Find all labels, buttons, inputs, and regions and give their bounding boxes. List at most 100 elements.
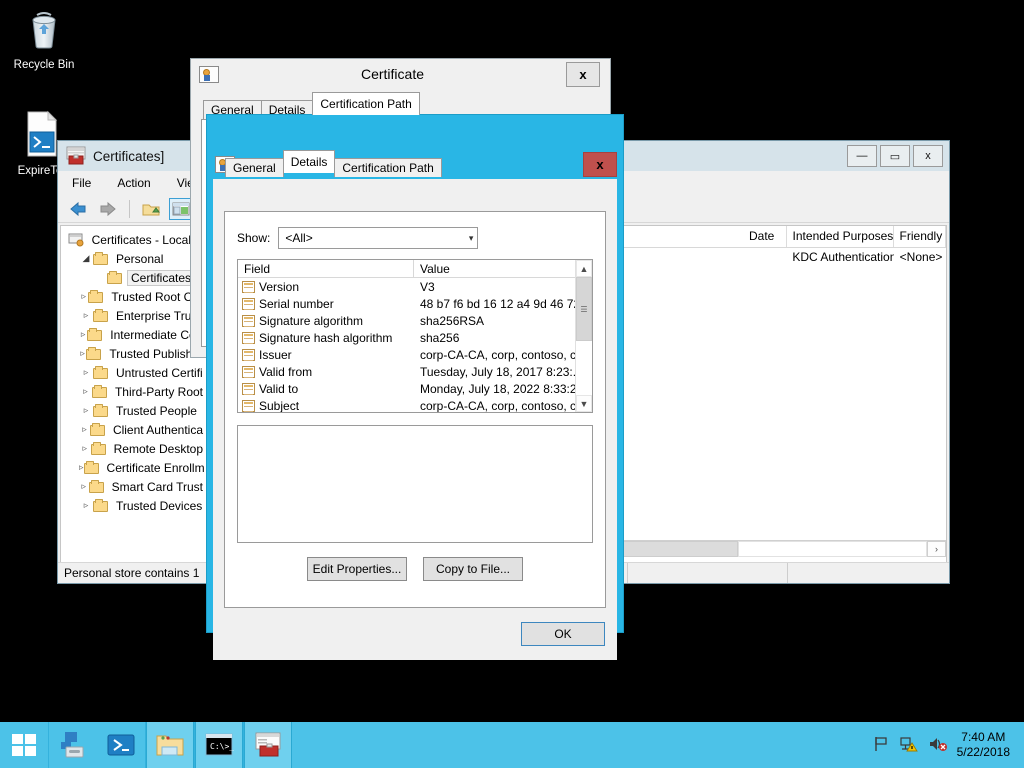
menu-action[interactable]: Action — [113, 174, 154, 192]
up-folder-icon[interactable] — [139, 198, 163, 220]
twisty-collapsed-icon[interactable]: ▹ — [79, 310, 93, 321]
certificate-field-row[interactable]: Valid toMonday, July 18, 2022 8:33:2... — [238, 380, 592, 397]
tab-general[interactable]: General — [225, 158, 284, 177]
dialog-inner: Certificate x GeneralDetailsCertificatio… — [213, 155, 617, 660]
certificate-field-row[interactable]: Signature hash algorithmsha256 — [238, 329, 592, 346]
scroll-up-icon[interactable]: ▲ — [576, 260, 592, 277]
flag-action-center-icon[interactable] — [872, 735, 890, 756]
tree-item-certificate-enrollm[interactable]: ▹Certificate Enrollm — [65, 458, 206, 477]
tab-details[interactable]: Details — [283, 150, 336, 173]
tree-item-trusted-publisher[interactable]: ▹Trusted Publisher — [65, 344, 206, 363]
details-action-buttons[interactable]: Edit Properties... Copy to File... — [225, 557, 605, 581]
tree-item-certificates[interactable]: Certificates — [65, 268, 206, 287]
show-select[interactable]: <All> ▾ — [278, 227, 478, 249]
tree-item-personal[interactable]: ◢Personal — [65, 249, 206, 268]
table-header[interactable]: Field Value — [238, 260, 592, 278]
field-icon — [242, 400, 255, 412]
twisty-collapsed-icon[interactable]: ▹ — [79, 367, 93, 378]
taskbar-powershell[interactable] — [97, 722, 145, 768]
twisty-collapsed-icon[interactable]: ▹ — [79, 291, 88, 302]
close-button[interactable]: x — [583, 152, 617, 177]
tree-item-client-authentica[interactable]: ▹Client Authentica — [65, 420, 206, 439]
tree-item-third-party-root[interactable]: ▹Third-Party Root — [65, 382, 206, 401]
twisty-collapsed-icon[interactable]: ▹ — [79, 329, 87, 340]
taskbar-command-prompt[interactable]: C:\>_ — [195, 722, 243, 768]
certificate-store-tree[interactable]: Certificates - Local C◢PersonalCertifica… — [61, 226, 206, 515]
tree-item-enterprise-trust[interactable]: ▹Enterprise Trust — [65, 306, 206, 325]
show-filter-row[interactable]: Show: <All> ▾ — [237, 227, 605, 249]
taskbar[interactable]: C:\>_ — [0, 722, 1024, 768]
certificate-field-row[interactable]: Serial number48 b7 f6 bd 16 12 a4 9d 46 … — [238, 295, 592, 312]
column-header-field[interactable]: Field — [238, 260, 414, 277]
system-tray[interactable]: 7:40 AM 5/22/2018 — [872, 730, 1024, 760]
twisty-collapsed-icon[interactable]: ▹ — [79, 386, 92, 397]
statusbar-text: Personal store contains 1 — [58, 563, 208, 583]
column-header-value[interactable]: Value — [414, 260, 592, 277]
twisty-expanded-icon[interactable]: ◢ — [79, 253, 93, 264]
network-warning-icon[interactable] — [899, 735, 919, 756]
tree-item-remote-desktop[interactable]: ▹Remote Desktop — [65, 439, 206, 458]
certificate-dialog-foreground[interactable]: Certificate x GeneralDetailsCertificatio… — [206, 114, 624, 633]
certificate-field-row[interactable]: Subjectcorp-CA-CA, corp, contoso, com — [238, 397, 592, 413]
desktop-icon-recycle-bin[interactable]: Recycle Bin — [4, 8, 84, 72]
twisty-collapsed-icon[interactable]: ▹ — [79, 481, 89, 492]
scroll-right-icon[interactable]: › — [927, 541, 946, 557]
certificate-fields-table[interactable]: Field Value VersionV3Serial number48 b7 … — [237, 259, 593, 413]
field-icon — [242, 315, 255, 327]
list-column-header[interactable]: Friendly Name — [894, 226, 946, 247]
certificate-field-row[interactable]: VersionV3 — [238, 278, 592, 295]
twisty-collapsed-icon[interactable]: ▹ — [79, 443, 91, 454]
menu-file[interactable]: File — [68, 174, 95, 192]
scroll-thumb[interactable]: ☰ — [576, 277, 592, 341]
powershell-icon — [106, 730, 136, 760]
twisty-collapsed-icon[interactable]: ▹ — [79, 405, 93, 416]
tree-item-label: Trusted Devices — [113, 499, 205, 513]
maximize-button[interactable]: ▭ — [880, 145, 910, 167]
tree-item-certificates-local-c[interactable]: Certificates - Local C — [65, 230, 206, 249]
twisty-collapsed-icon[interactable]: ▹ — [79, 424, 90, 435]
taskbar-server-manager[interactable] — [49, 722, 97, 768]
volume-muted-icon[interactable] — [928, 735, 948, 756]
list-column-header[interactable]: Intended Purposes — [787, 226, 894, 247]
twisty-collapsed-icon[interactable]: ▹ — [79, 348, 86, 359]
folder-icon — [93, 366, 109, 379]
tree-item-trusted-devices[interactable]: ▹ Trusted Devices — [65, 496, 206, 515]
chevron-down-icon: ▾ — [469, 233, 474, 244]
taskbar-mmc-console[interactable] — [244, 722, 292, 768]
tree-item-label: Certificate Enrollm — [104, 461, 207, 475]
close-button[interactable]: x — [913, 145, 943, 167]
value-cell: corp-CA-CA, corp, contoso, com — [414, 399, 592, 413]
scroll-track[interactable] — [738, 541, 927, 557]
mmc-window-controls[interactable]: — ▭ x — [847, 145, 943, 167]
tree-item-trusted-root-cer[interactable]: ▹Trusted Root Cer — [65, 287, 206, 306]
clock[interactable]: 7:40 AM 5/22/2018 — [957, 730, 1014, 760]
list-column-header[interactable]: Date — [743, 226, 787, 247]
start-button[interactable] — [0, 722, 48, 768]
dialog-titlebar[interactable]: Certificate x — [191, 59, 610, 89]
field-label: Signature hash algorithm — [259, 331, 392, 345]
ok-button[interactable]: OK — [521, 622, 605, 646]
tree-item-smart-card-trust[interactable]: ▹Smart Card Trust — [65, 477, 206, 496]
edit-properties-button[interactable]: Edit Properties... — [307, 557, 407, 581]
folder-icon — [93, 404, 109, 417]
forward-arrow-icon[interactable] — [96, 198, 120, 220]
tree-item-trusted-people[interactable]: ▹Trusted People — [65, 401, 206, 420]
tab-certification-path[interactable]: Certification Path — [312, 92, 419, 115]
copy-to-file-button[interactable]: Copy to File... — [423, 557, 523, 581]
scroll-down-icon[interactable]: ▼ — [576, 395, 592, 412]
certificate-field-row[interactable]: Signature algorithmsha256RSA — [238, 312, 592, 329]
back-arrow-icon[interactable] — [66, 198, 90, 220]
twisty-collapsed-icon[interactable]: ▹ — [79, 500, 93, 511]
scroll-track[interactable]: ☰ — [576, 277, 592, 395]
taskbar-file-explorer[interactable] — [146, 722, 194, 768]
tree-item-untrusted-certifi[interactable]: ▹Untrusted Certifi — [65, 363, 206, 382]
table-vertical-scrollbar[interactable]: ▲ ☰ ▼ — [575, 260, 592, 412]
close-button[interactable]: x — [566, 62, 600, 87]
tree-item-intermediate-cert[interactable]: ▹Intermediate Cert — [65, 325, 206, 344]
certificate-field-row[interactable]: Valid fromTuesday, July 18, 2017 8:23:..… — [238, 363, 592, 380]
certificate-field-row[interactable]: Issuercorp-CA-CA, corp, contoso, com — [238, 346, 592, 363]
minimize-button[interactable]: — — [847, 145, 877, 167]
tab-certification-path[interactable]: Certification Path — [334, 158, 441, 177]
mmc-tree-pane[interactable]: Certificates - Local C◢PersonalCertifica… — [60, 225, 207, 581]
table-body[interactable]: VersionV3Serial number48 b7 f6 bd 16 12 … — [238, 278, 592, 413]
